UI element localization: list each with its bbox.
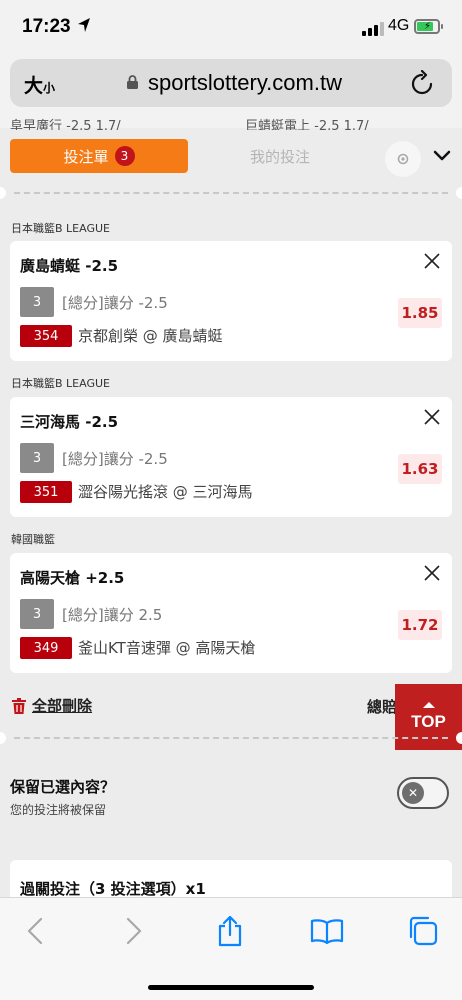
total-payout-label: 總賠 [367, 698, 398, 716]
arrow-up-icon [422, 702, 435, 708]
game-number: 351 [20, 481, 72, 503]
underlying-page-peek: 阜早廣行 -2.5 1.7/ 巨蜻蜓電上 -2.5 1.7/ [10, 119, 369, 130]
league-name: 韓國職籃 [11, 533, 55, 546]
clock: 17:23 [22, 16, 71, 37]
delete-all-button[interactable]: 全部刪除 [12, 695, 92, 716]
divider [0, 187, 462, 199]
share-button[interactable] [212, 914, 248, 948]
book-icon [310, 919, 344, 944]
text-size-button[interactable]: 大小 [24, 71, 55, 98]
browser-chrome: 大小 sportslottery.com.tw [0, 50, 462, 128]
lock-icon [127, 75, 138, 89]
bet-card: 高陽天槍 +2.5 3 [總分]讓分 2.5 349 釜山KT音速彈 @ 高陽天… [10, 553, 452, 673]
tabs-button[interactable] [405, 914, 441, 948]
battery-icon: ⚡ [414, 19, 443, 34]
keep-selection-toggle[interactable]: ✕ [397, 777, 449, 809]
bet-type-text: [總分]讓分 -2.5 [62, 450, 168, 468]
trash-icon [12, 697, 26, 714]
forward-button[interactable] [116, 914, 152, 948]
game-number: 349 [20, 637, 72, 659]
selection-name: 廣島蜻蜓 -2.5 [20, 257, 119, 275]
bet-count-badge: 3 [114, 146, 135, 166]
status-bar: 17:23 4G ⚡ [0, 0, 462, 50]
tab-bet-slip[interactable]: 投注單 3 [10, 139, 188, 173]
bet-slip-panel: 投注單 3 我的投注 日本職籃B LEAGUE 廣島蜻蜓 -2.5 3 [總分]… [0, 130, 462, 905]
signal-icon [362, 22, 384, 36]
league-name: 日本職籃B LEAGUE [11, 377, 110, 390]
bet-type-number: 3 [20, 443, 54, 473]
keep-selection-title: 保留已選內容？ [10, 778, 116, 796]
keep-selection-subtitle: 您的投注將被保留 [10, 803, 107, 817]
match-name: 釜山KT音速彈 @ 高陽天槍 [78, 639, 256, 657]
parlay-title: 過關投注（3 投注選項）x1 [20, 880, 206, 898]
network-type: 4G [388, 17, 410, 34]
chevron-right-icon [126, 917, 142, 945]
bet-card: 廣島蜻蜓 -2.5 3 [總分]讓分 -2.5 354 京都創榮 @ 廣島蜻蜓 … [10, 241, 452, 361]
tab-my-bets[interactable]: 我的投注 [200, 139, 360, 173]
bet-type-text: [總分]讓分 -2.5 [62, 294, 168, 312]
chevron-down-icon[interactable] [433, 150, 451, 162]
settings-button[interactable] [385, 141, 421, 177]
home-indicator [148, 985, 314, 990]
url-text[interactable]: sportslottery.com.tw [148, 70, 342, 96]
match-name: 澀谷陽光搖滾 @ 三河海馬 [78, 483, 253, 501]
bet-card: 三河海馬 -2.5 3 [總分]讓分 -2.5 351 澀谷陽光搖滾 @ 三河海… [10, 397, 452, 517]
odds-value: 1.85 [398, 298, 442, 328]
chevron-left-icon [27, 917, 43, 945]
close-icon: ✕ [402, 782, 424, 804]
tabs-icon [409, 916, 438, 946]
selection-name: 高陽天槍 +2.5 [20, 569, 125, 587]
gear-icon [397, 153, 409, 165]
match-name: 京都創榮 @ 廣島蜻蜓 [78, 327, 223, 345]
league-name: 日本職籃B LEAGUE [11, 222, 110, 235]
odds-value: 1.63 [398, 454, 442, 484]
game-number: 354 [20, 325, 72, 347]
odds-value: 1.72 [398, 610, 442, 640]
back-button[interactable] [17, 914, 53, 948]
bet-type-number: 3 [20, 599, 54, 629]
close-icon[interactable] [424, 565, 440, 581]
location-arrow-icon [78, 18, 90, 32]
selection-name: 三河海馬 -2.5 [20, 413, 119, 431]
bookmarks-button[interactable] [309, 914, 345, 948]
reload-icon[interactable] [410, 70, 434, 96]
share-icon [218, 915, 242, 947]
close-icon[interactable] [424, 409, 440, 425]
divider [0, 732, 462, 744]
bet-type-number: 3 [20, 287, 54, 317]
address-bar[interactable]: 大小 sportslottery.com.tw [10, 59, 452, 107]
close-icon[interactable] [424, 253, 440, 269]
bet-type-text: [總分]讓分 2.5 [62, 606, 163, 624]
